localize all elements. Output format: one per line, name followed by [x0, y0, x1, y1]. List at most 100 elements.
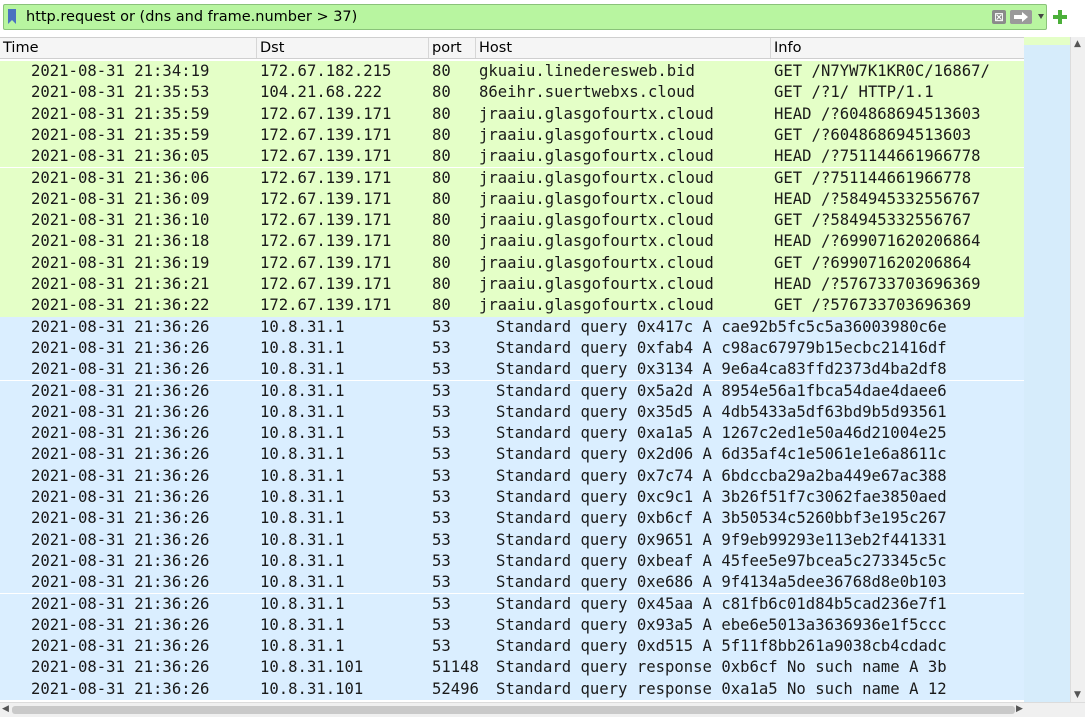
horizontal-scroll-thumb[interactable]	[12, 706, 1015, 714]
cell-host: jraaiu.glasgofourtx.cloud	[479, 147, 714, 166]
display-filter-box: ⊠	[3, 4, 1047, 30]
packet-row[interactable]: 2021-08-31 21:36:26 10.8.31.1 53 Standard q…	[0, 487, 1024, 509]
cell-time: 2021-08-31 21:36:10	[31, 211, 210, 230]
packet-row[interactable]: 2021-08-31 21:36:26 10.8.31.1 53 Standard q…	[0, 401, 1024, 424]
arrow-right-icon[interactable]	[1010, 10, 1032, 24]
packet-row[interactable]: 2021-08-31 21:36:26 10.8.31.1 53 Standard q…	[0, 359, 1024, 381]
packet-row[interactable]: 2021-08-31 21:36:26 10.8.31.1 53 Standard q…	[0, 593, 1024, 615]
packet-row[interactable]: 2021-08-31 21:36:26 10.8.31.1 53 Standard q…	[0, 423, 1024, 445]
packet-row[interactable]: 2021-08-31 21:34:19 172.67.182.215 80 gkuai…	[0, 61, 1024, 83]
packet-row[interactable]: 2021-08-31 21:36:26 10.8.31.1 53 Standard q…	[0, 550, 1024, 573]
scroll-right-icon[interactable]: ▶	[1016, 704, 1023, 714]
packet-row[interactable]: 2021-08-31 21:36:26 10.8.31.1 53 Standard q…	[0, 444, 1024, 466]
cell-info: Standard query 0xb6cf A 3b50534c5260bbf3…	[496, 509, 947, 528]
cell-time: 2021-08-31 21:36:26	[31, 573, 210, 592]
cell-time: 2021-08-31 21:36:26	[31, 530, 210, 549]
cell-time: 2021-08-31 21:36:26	[31, 424, 210, 443]
packet-row[interactable]: 2021-08-31 21:36:26 10.8.31.1 53 Standard q…	[0, 572, 1024, 594]
column-header-info[interactable]: Info	[771, 38, 1024, 58]
packet-row[interactable]: 2021-08-31 21:36:26 10.8.31.1 53 Standard q…	[0, 508, 1024, 530]
cell-info: Standard query response 0xb6cf No such n…	[496, 658, 947, 677]
packet-row[interactable]: 2021-08-31 21:36:26 10.8.31.101 52496 Stand…	[0, 678, 1024, 700]
packet-row[interactable]: 2021-08-31 21:36:10 172.67.139.171 80 jraai…	[0, 210, 1024, 232]
cell-port: 53	[432, 381, 451, 400]
cell-info: Standard query response 0xa1a5 No such n…	[496, 679, 947, 698]
cell-time: 2021-08-31 21:35:53	[31, 83, 210, 102]
cell-dst: 10.8.31.1	[260, 424, 345, 443]
cell-info: Standard query 0x2d06 A 6d35af4c1e5061e1…	[496, 445, 947, 464]
cell-info: Standard query 0x35d5 A 4db5433a5df63bd9…	[496, 402, 947, 421]
packet-row[interactable]: 2021-08-31 21:36:19 172.67.139.171 80 jraai…	[0, 252, 1024, 274]
cell-host: 86eihr.suertwebxs.cloud	[479, 83, 695, 102]
packet-row[interactable]: 2021-08-31 21:36:21 172.67.139.171 80 jraai…	[0, 274, 1024, 296]
cell-time: 2021-08-31 21:36:26	[31, 466, 210, 485]
cell-info: GET /?584945332556767	[774, 211, 972, 230]
plus-icon[interactable]	[1053, 10, 1067, 24]
cell-host: jraaiu.glasgofourtx.cloud	[479, 168, 714, 187]
cell-info: GET /N7YW7K1KR0C/16867/	[774, 62, 990, 80]
packet-row[interactable]: 2021-08-31 21:36:05 172.67.139.171 80 jraai…	[0, 146, 1024, 168]
packet-row[interactable]: 2021-08-31 21:36:09 172.67.139.171 80 jraai…	[0, 188, 1024, 211]
packet-row[interactable]: 2021-08-31 21:36:26 10.8.31.101 51148 Stand…	[0, 657, 1024, 679]
cell-port: 53	[432, 424, 451, 443]
chevron-down-icon[interactable]	[1038, 14, 1044, 19]
packet-row[interactable]: 2021-08-31 21:36:26 10.8.31.1 53 Standard q…	[0, 529, 1024, 551]
cell-dst: 172.67.139.171	[260, 189, 392, 208]
column-header-dst[interactable]: Dst	[257, 38, 429, 58]
packet-row[interactable]: 2021-08-31 21:36:26 10.8.31.1 53 Standard q…	[0, 614, 1024, 637]
cell-dst: 10.8.31.1	[260, 615, 345, 634]
cell-dst: 10.8.31.1	[260, 530, 345, 549]
cell-port: 53	[432, 530, 451, 549]
cell-time: 2021-08-31 21:35:59	[31, 125, 210, 144]
packet-row[interactable]: 2021-08-31 21:36:26 10.8.31.1 53 Standard q…	[0, 636, 1024, 658]
cell-host: jraaiu.glasgofourtx.cloud	[479, 211, 714, 230]
cell-port: 53	[432, 445, 451, 464]
cell-port: 53	[432, 637, 451, 656]
cell-dst: 172.67.139.171	[260, 104, 392, 123]
scroll-down-icon[interactable]: ▼	[1074, 690, 1081, 700]
scroll-up-icon[interactable]: ▲	[1074, 39, 1081, 49]
cell-port: 53	[432, 466, 451, 485]
clear-icon[interactable]: ⊠	[992, 10, 1006, 24]
column-header-host[interactable]: Host	[476, 38, 771, 58]
scroll-left-icon[interactable]: ◀	[2, 704, 9, 714]
packet-row[interactable]: 2021-08-31 21:36:06 172.67.139.171 80 jraai…	[0, 167, 1024, 189]
cell-dst: 172.67.139.171	[260, 275, 392, 293]
cell-dst: 10.8.31.1	[260, 338, 345, 357]
cell-dst: 10.8.31.1	[260, 488, 345, 506]
cell-dst: 172.67.139.171	[260, 296, 392, 315]
packet-row[interactable]: 2021-08-31 21:36:18 172.67.139.171 80 jraai…	[0, 231, 1024, 253]
cell-time: 2021-08-31 21:36:26	[31, 551, 210, 570]
bookmark-icon[interactable]	[8, 9, 16, 24]
cell-info: Standard query 0x7c74 A 6bdccba29a2ba449…	[496, 466, 947, 485]
cell-time: 2021-08-31 21:36:18	[31, 232, 210, 251]
packet-row[interactable]: 2021-08-31 21:35:59 172.67.139.171 80 jraai…	[0, 124, 1024, 147]
cell-port: 52496	[432, 679, 479, 698]
packet-row[interactable]: 2021-08-31 21:35:53 104.21.68.222 80 86eihr…	[0, 82, 1024, 104]
cell-host: jraaiu.glasgofourtx.cloud	[479, 253, 714, 272]
cell-info: GET /?1/ HTTP/1.1	[774, 83, 934, 102]
cell-port: 53	[432, 573, 451, 592]
cell-info: Standard query 0x417c A cae92b5fc5c5a360…	[496, 317, 947, 336]
horizontal-scrollbar[interactable]: ◀ ▶	[0, 702, 1085, 717]
column-header-time[interactable]: Time	[0, 38, 257, 58]
cell-time: 2021-08-31 21:36:06	[31, 168, 210, 187]
cell-dst: 10.8.31.1	[260, 466, 345, 485]
cell-info: HEAD /?604868694513603	[774, 104, 981, 123]
vertical-scrollbar[interactable]: ▲ ▼	[1070, 37, 1085, 702]
packet-row[interactable]: 2021-08-31 21:36:26 10.8.31.1 53 Standard q…	[0, 465, 1024, 487]
packet-row[interactable]: 2021-08-31 21:36:26 10.8.31.1 53 Standard q…	[0, 337, 1024, 360]
cell-dst: 10.8.31.101	[260, 658, 364, 677]
column-header-port[interactable]: port	[429, 38, 476, 58]
cell-time: 2021-08-31 21:36:26	[31, 381, 210, 400]
packet-row[interactable]: 2021-08-31 21:36:22 172.67.139.171 80 jraai…	[0, 295, 1024, 317]
cell-time: 2021-08-31 21:36:26	[31, 637, 210, 656]
packet-row[interactable]: 2021-08-31 21:36:26 10.8.31.1 53 Standard q…	[0, 380, 1024, 402]
cell-info: GET /?751144661966778	[774, 168, 972, 187]
cell-info: GET /?604868694513603	[774, 125, 972, 144]
cell-port: 53	[432, 402, 451, 421]
packet-row[interactable]: 2021-08-31 21:36:26 10.8.31.1 53 Standard q…	[0, 316, 1024, 338]
packet-row[interactable]: 2021-08-31 21:35:59 172.67.139.171 80 jraai…	[0, 103, 1024, 125]
display-filter-input[interactable]	[26, 5, 966, 29]
cell-port: 53	[432, 594, 451, 613]
